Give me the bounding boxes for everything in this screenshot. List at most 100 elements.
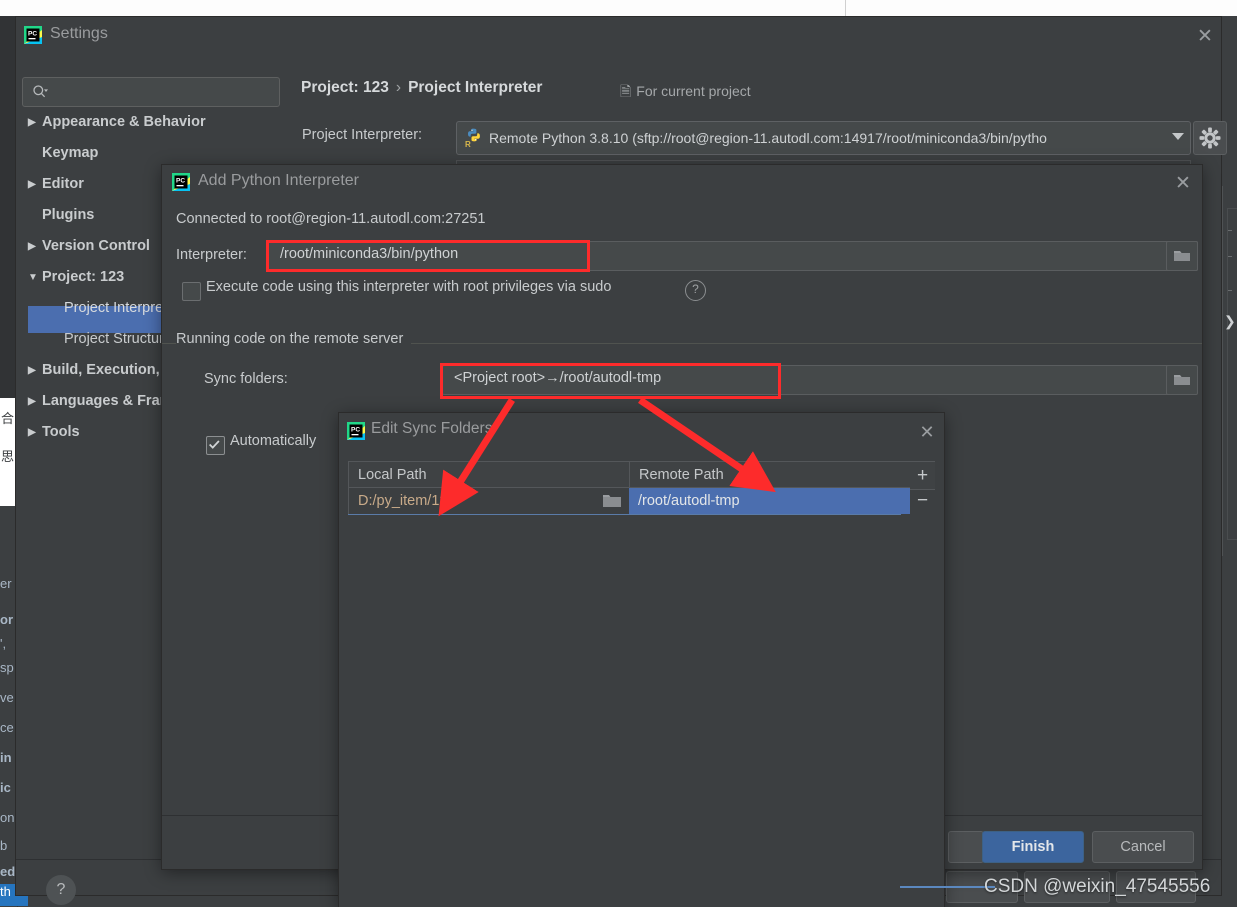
background-cut-text-2: ', bbox=[0, 636, 7, 651]
sidebar-item-label: Project: 123 bbox=[42, 269, 125, 285]
background-cut-text-5: ce bbox=[0, 720, 14, 735]
sidebar-item-appearance-behavior[interactable]: ▶ Appearance & Behavior bbox=[28, 107, 206, 137]
automatic-upload-label: Automatically bbox=[230, 433, 317, 449]
settings-window-title: Settings bbox=[50, 25, 108, 42]
breadcrumb-separator: › bbox=[395, 79, 402, 96]
background-cut-text-7: ic bbox=[0, 780, 11, 795]
pycharm-icon: PC bbox=[172, 173, 190, 191]
finish-button[interactable]: Finish bbox=[982, 831, 1084, 863]
back-button[interactable] bbox=[948, 831, 984, 863]
sidebar-item-label: Project Structure bbox=[64, 331, 172, 347]
for-current-project-label: 🗎 For current project bbox=[620, 81, 751, 105]
breadcrumb-page: Project Interpreter bbox=[408, 79, 543, 96]
gear-icon[interactable] bbox=[1193, 121, 1227, 155]
column-header-remote-path[interactable]: Remote Path bbox=[629, 461, 910, 488]
chevron-right-icon[interactable]: ▶ bbox=[28, 108, 42, 138]
sidebar-item-label: Version Control bbox=[42, 238, 150, 254]
background-cut-text-10: ed bbox=[0, 864, 16, 879]
table-row-remote-path[interactable]: /root/autodl-tmp bbox=[629, 488, 910, 514]
breadcrumb-project[interactable]: Project: 123 bbox=[301, 79, 389, 96]
background-tick-3 bbox=[1228, 290, 1232, 291]
background-cut-text-11: th bbox=[0, 884, 11, 899]
chevron-right-icon[interactable]: ▶ bbox=[28, 356, 42, 386]
watermark-line bbox=[900, 886, 995, 888]
automatic-upload-checkbox[interactable] bbox=[206, 436, 225, 455]
background-glyph-1: 合 bbox=[1, 411, 15, 426]
sidebar-item-editor[interactable]: ▶ Editor bbox=[28, 169, 84, 199]
project-interpreter-label: Project Interpreter: bbox=[302, 127, 423, 143]
interpreter-browse-button[interactable] bbox=[1166, 241, 1198, 271]
connection-status-text: Connected to root@region-11.autodl.com:2… bbox=[176, 211, 486, 227]
remove-row-button[interactable]: − bbox=[910, 488, 935, 514]
pycharm-icon: PC bbox=[347, 422, 365, 440]
question-mark-icon[interactable]: ? bbox=[685, 280, 706, 301]
project-interpreter-dropdown[interactable]: R Remote Python 3.8.10 (sftp://root@regi… bbox=[456, 121, 1191, 155]
add-interpreter-title: Add Python Interpreter bbox=[198, 172, 359, 189]
sidebar-item-version-control[interactable]: ▶ Version Control bbox=[28, 231, 150, 261]
remote-server-group-label: Running code on the remote server bbox=[176, 331, 412, 347]
interpreter-label: Interpreter: bbox=[176, 247, 247, 263]
svg-text:PC: PC bbox=[351, 427, 360, 434]
checkmark-icon bbox=[209, 440, 220, 449]
search-input[interactable] bbox=[22, 77, 280, 107]
python-remote-icon: R bbox=[465, 128, 480, 147]
svg-text:PC: PC bbox=[28, 31, 37, 38]
background-cut-text-1: or bbox=[0, 612, 13, 627]
sidebar-item-tools[interactable]: ▶ Tools bbox=[28, 417, 80, 447]
background-window-top-strip bbox=[0, 0, 1237, 17]
local-path-value: D:/py_item/123 bbox=[358, 493, 456, 509]
edit-sync-folders-dialog: PC Edit Sync Folders ✕ Local Path Remote… bbox=[339, 413, 944, 907]
question-mark-icon[interactable]: ? bbox=[46, 875, 76, 905]
sudo-checkbox[interactable] bbox=[182, 282, 201, 301]
gear-glyph bbox=[1199, 127, 1221, 149]
annotation-box-sync-folders bbox=[440, 363, 781, 399]
background-cut-text-4: ve bbox=[0, 690, 14, 705]
background-tick-1 bbox=[1228, 230, 1232, 231]
svg-text:R: R bbox=[465, 140, 471, 147]
sidebar-item-label: Keymap bbox=[42, 145, 99, 161]
sync-folders-label: Sync folders: bbox=[204, 371, 288, 387]
close-icon[interactable]: ✕ bbox=[1170, 171, 1196, 197]
add-row-button[interactable]: + bbox=[910, 461, 935, 490]
background-glyph-2: 思 bbox=[1, 449, 15, 464]
chevron-right-icon[interactable]: ▶ bbox=[28, 170, 42, 200]
chevron-right-icon[interactable]: ▶ bbox=[28, 418, 42, 448]
copy-icon: 🗎 bbox=[620, 83, 632, 99]
cancel-button[interactable]: Cancel bbox=[1092, 831, 1194, 863]
chevron-right-icon[interactable]: ▶ bbox=[28, 387, 42, 417]
watermark-text: CSDN @weixin_47545556 bbox=[984, 876, 1211, 897]
for-current-project-text: For current project bbox=[636, 83, 751, 99]
background-cut-text-6: in bbox=[0, 750, 12, 765]
close-icon[interactable]: ✕ bbox=[1192, 24, 1218, 50]
remote-path-value: /root/autodl-tmp bbox=[638, 493, 740, 509]
close-icon[interactable]: ✕ bbox=[914, 419, 940, 445]
search-icon bbox=[33, 85, 48, 98]
sidebar-item-label: Tools bbox=[42, 424, 80, 440]
column-header-local-path[interactable]: Local Path bbox=[348, 461, 629, 488]
sync-folders-browse-button[interactable] bbox=[1166, 365, 1198, 395]
top-strip-divider bbox=[845, 0, 846, 16]
sidebar-item-keymap[interactable]: Keymap bbox=[28, 138, 98, 168]
background-right-divider bbox=[1222, 186, 1223, 556]
table-row-local-path[interactable]: D:/py_item/123 bbox=[348, 488, 629, 514]
chevron-right-icon[interactable]: ▶ bbox=[28, 232, 42, 262]
background-cut-text-3: sp bbox=[0, 660, 14, 675]
background-collapsed-panel[interactable] bbox=[1227, 208, 1237, 540]
folder-icon[interactable] bbox=[603, 493, 621, 508]
svg-text:PC: PC bbox=[176, 178, 185, 185]
chevron-down-icon[interactable] bbox=[1172, 133, 1184, 140]
sidebar-item-plugins[interactable]: Plugins bbox=[28, 200, 94, 230]
add-interpreter-titlebar: PC Add Python Interpreter ✕ bbox=[162, 165, 1202, 201]
folder-icon bbox=[1174, 251, 1190, 261]
sidebar-item-project-structure[interactable]: Project Structure bbox=[64, 324, 172, 354]
chevron-down-icon[interactable]: ▼ bbox=[28, 263, 42, 293]
project-interpreter-value: Remote Python 3.8.10 (sftp://root@region… bbox=[489, 130, 1047, 146]
background-cut-text-0: er bbox=[0, 576, 12, 591]
background-tick-2 bbox=[1228, 256, 1232, 257]
edit-sync-folders-titlebar: PC Edit Sync Folders ✕ bbox=[339, 413, 944, 449]
breadcrumb: Project: 123 › Project Interpreter bbox=[301, 79, 542, 97]
sidebar-item-project-123[interactable]: ▼ Project: 123 bbox=[28, 262, 124, 292]
chevron-right-icon[interactable]: ❯ bbox=[1224, 314, 1236, 328]
settings-titlebar: PC Settings ✕ bbox=[16, 17, 1221, 53]
background-left-white-panel: 合 思 bbox=[0, 398, 17, 506]
